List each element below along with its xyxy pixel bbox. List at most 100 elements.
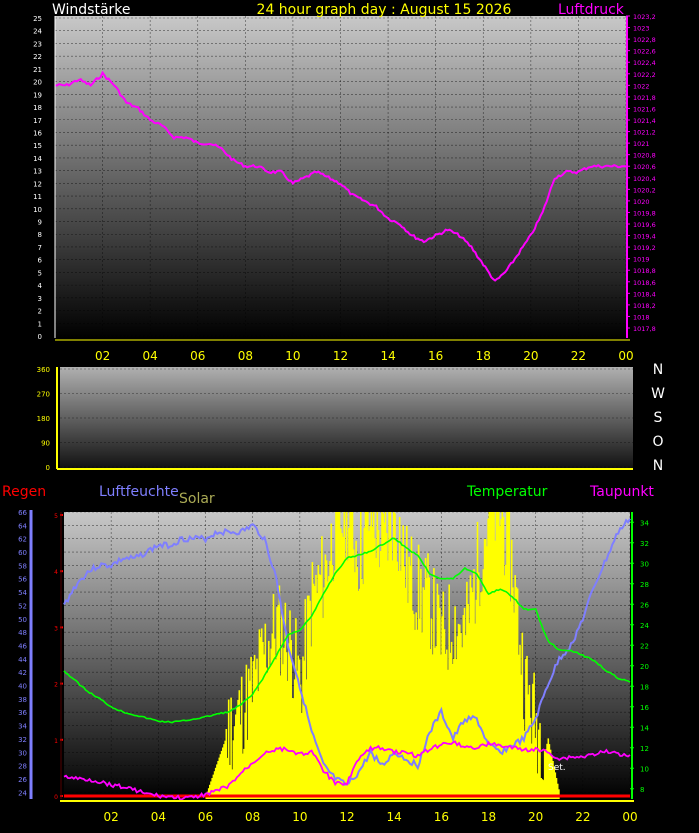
top-right-tick-label: 1020,4 — [633, 175, 656, 183]
top-right-tick-label: 1022 — [633, 82, 650, 90]
top-right-tick-label: 1023 — [633, 25, 650, 33]
temperature-tick-label: 26 — [640, 601, 649, 609]
chart-title: 24 hour graph day : August 15 2026 — [257, 2, 512, 18]
top-right-tick-label: 1022,6 — [633, 48, 656, 56]
top-right-tick-label: 1022,4 — [633, 59, 656, 67]
top-left-tick-label: 2 — [38, 308, 42, 316]
mid-tick-label: 90 — [41, 440, 50, 448]
humidity-tick-label: 66 — [18, 509, 27, 517]
top-left-tick-label: 3 — [38, 295, 42, 303]
top-left-tick-label: 15 — [33, 142, 42, 150]
top-left-tick-label: 16 — [33, 129, 42, 137]
bottom-x-tick-label: 10 — [292, 810, 307, 824]
top-left-tick-label: 20 — [33, 79, 42, 87]
top-right-tick-label: 1018,2 — [633, 302, 656, 310]
top-x-tick-label: 12 — [333, 349, 348, 363]
bottom-x-tick-label: 12 — [339, 810, 354, 824]
temperature-tick-label: 16 — [640, 704, 649, 712]
top-right-tick-label: 1021,6 — [633, 105, 656, 113]
top-right-tick-label: 1023,2 — [633, 13, 656, 21]
top-right-tick-label: 1019,8 — [633, 209, 656, 217]
rain-tick-label: 3 — [54, 625, 58, 632]
humidity-tick-label: 44 — [18, 656, 27, 664]
humidity-tick-label: 52 — [18, 602, 27, 610]
bottom-x-tick-label: 22 — [575, 810, 590, 824]
top-x-tick-label: 22 — [571, 349, 586, 363]
rain-tick-label: 1 — [54, 738, 58, 745]
compass-o: O — [652, 434, 663, 450]
mid-tick-label: 270 — [37, 391, 50, 399]
top-right-tick-label: 1019,2 — [633, 244, 656, 252]
temperature-tick-label: 28 — [640, 581, 649, 589]
top-left-tick-label: 17 — [33, 117, 42, 125]
temperature-tick-label: 24 — [640, 622, 649, 630]
top-left-tick-label: 21 — [33, 66, 42, 74]
top-right-tick-label: 1022,8 — [633, 36, 656, 44]
temperature-tick-label: 14 — [640, 724, 649, 732]
rain-tick-label: 0 — [54, 794, 58, 801]
temperature-tick-label: 18 — [640, 683, 649, 691]
top-right-tick-label: 1020,2 — [633, 186, 656, 194]
top-right-tick-label: 1018,8 — [633, 267, 656, 275]
top-right-tick-label: 1022,2 — [633, 71, 656, 79]
top-right-tick-label: 1019 — [633, 256, 650, 264]
humidity-tick-label: 30 — [18, 749, 27, 757]
solar-bar — [558, 789, 560, 799]
bottom-x-tick-label: 16 — [434, 810, 449, 824]
temperature-tick-label: 30 — [640, 560, 649, 568]
top-right-tick-label: 1017,8 — [633, 325, 656, 333]
top-x-tick-label: 04 — [143, 349, 158, 363]
humidity-tick-label: 38 — [18, 696, 27, 704]
humidity-tick-label: 32 — [18, 736, 27, 744]
top-x-tick-label: 14 — [380, 349, 395, 363]
humidity-tick-label: 56 — [18, 576, 27, 584]
bottom-x-tick-label: 08 — [245, 810, 260, 824]
top-right-tick-label: 1021,2 — [633, 129, 656, 137]
humidity-tick-label: 64 — [18, 522, 27, 530]
weather-graph: 0123456789101112131415161718192021222324… — [2, 2, 665, 824]
top-right-tick-label: 1018,4 — [633, 290, 656, 298]
top-left-tick-label: 0 — [38, 333, 42, 341]
humidity-tick-label: 58 — [18, 562, 27, 570]
temperature-tick-label: 20 — [640, 663, 649, 671]
top-right-tick-label: 1021 — [633, 140, 650, 148]
humidity-tick-label: 34 — [18, 723, 27, 731]
rain-label: Regen — [2, 484, 46, 500]
top-left-tick-label: 23 — [33, 40, 42, 48]
mid-tick-label: 360 — [37, 366, 50, 374]
mid-tick-label: 0 — [46, 464, 50, 472]
top-right-tick-label: 1018,6 — [633, 279, 656, 287]
top-left-tick-label: 18 — [33, 104, 42, 112]
bottom-x-tick-label: 20 — [528, 810, 543, 824]
pressure-label: Luftdruck — [558, 2, 625, 18]
sunset-annotation: Set. — [548, 763, 566, 773]
humidity-tick-label: 28 — [18, 763, 27, 771]
dewpoint-label: Taupunkt — [589, 484, 654, 500]
bottom-x-tick-label: 02 — [104, 810, 119, 824]
top-right-tick-label: 1019,6 — [633, 221, 656, 229]
top-x-tick-label: 18 — [476, 349, 491, 363]
top-left-tick-label: 8 — [38, 231, 42, 239]
bottom-x-tick-label: 14 — [387, 810, 402, 824]
temperature-tick-label: 8 — [640, 786, 644, 794]
top-left-tick-label: 7 — [38, 244, 42, 252]
top-right-tick-label: 1018 — [633, 313, 650, 321]
top-left-tick-label: 9 — [38, 219, 42, 227]
top-right-tick-label: 1021,8 — [633, 94, 656, 102]
mid-tick-label: 180 — [37, 415, 50, 423]
top-left-tick-label: 11 — [33, 193, 42, 201]
top-left-tick-label: 12 — [33, 180, 42, 188]
bottom-x-tick-label: 04 — [151, 810, 166, 824]
top-right-tick-label: 1020 — [633, 198, 650, 206]
compass-s: S — [654, 410, 663, 426]
top-right-tick-label: 1019,4 — [633, 233, 656, 241]
top-left-tick-label: 22 — [33, 53, 42, 61]
top-left-tick-label: 1 — [38, 320, 42, 328]
humidity-tick-label: 36 — [18, 709, 27, 717]
compass-n-bottom: N — [653, 458, 663, 474]
bottom-x-tick-label: 18 — [481, 810, 496, 824]
top-x-tick-label: 00 — [618, 349, 633, 363]
humidity-tick-label: 50 — [18, 616, 27, 624]
temperature-tick-label: 10 — [640, 765, 649, 773]
humidity-tick-label: 42 — [18, 669, 27, 677]
